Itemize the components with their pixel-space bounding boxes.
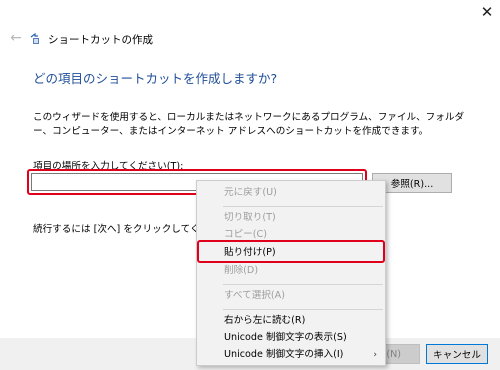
menu-separator	[223, 206, 383, 207]
close-icon: ✕	[480, 3, 494, 21]
cancel-button[interactable]: キャンセル	[426, 344, 488, 364]
paste-highlight	[197, 240, 385, 263]
menu-separator	[223, 284, 383, 285]
menu-item-delete[interactable]: 削除(D)	[197, 262, 385, 280]
menu-item-select-all[interactable]: すべて選択(A)	[197, 287, 385, 305]
menu-separator	[223, 309, 383, 310]
context-menu: 元に戻す(U) 切り取り(T) コピー(C) 貼り付け(P) 削除(D) すべて…	[196, 180, 386, 366]
page-heading: どの項目のショートカットを作成しますか?	[33, 71, 278, 86]
submenu-arrow-icon: ›	[373, 350, 377, 360]
window-title: ショートカットの作成	[48, 34, 153, 46]
menu-item-cut[interactable]: 切り取り(T)	[197, 209, 385, 227]
close-button[interactable]: ✕	[474, 0, 500, 24]
shortcut-wizard-icon	[30, 33, 39, 44]
back-arrow-icon: ←	[10, 30, 22, 46]
back-button[interactable]: ←	[6, 29, 26, 47]
menu-item-insert-unicode[interactable]: Unicode 制御文字の挿入(I) ›	[197, 346, 385, 364]
menu-item-rtl-reading[interactable]: 右から左に読む(R)	[197, 312, 385, 330]
menu-item-show-unicode[interactable]: Unicode 制御文字の表示(S)	[197, 329, 385, 347]
wizard-description: このウィザードを使用すると、ローカルまたはネットワークにあるプログラム、ファイル…	[33, 112, 465, 137]
menu-item-insert-unicode-label: Unicode 制御文字の挿入(I)	[224, 349, 344, 360]
menu-item-undo[interactable]: 元に戻す(U)	[197, 184, 385, 202]
